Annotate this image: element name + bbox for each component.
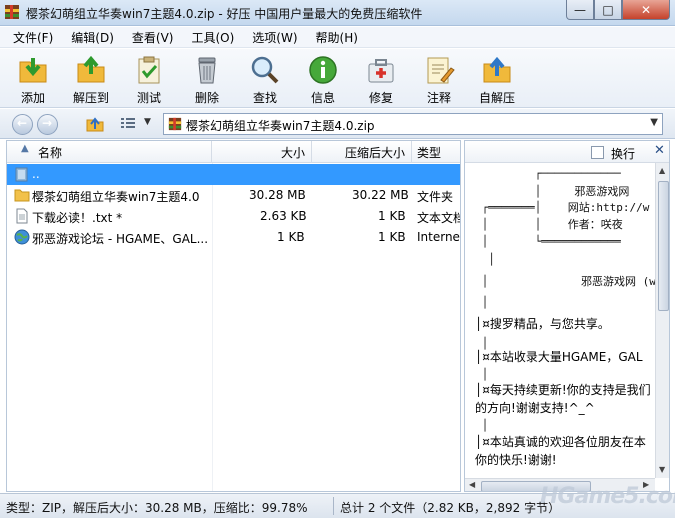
comment-line: │¤本站真诚的欢迎各位朋友在本 [475,435,646,449]
info-button[interactable]: 信息 [294,51,352,107]
comment-line: │ │ 作者：咲夜 [475,218,623,231]
scroll-left-icon[interactable]: ◀ [469,480,475,489]
comment-line: │¤每天持续更新!你的支持是我们 [475,383,651,397]
test-button[interactable]: 测试 [120,51,178,107]
address-dropdown-icon[interactable]: ▼ [650,117,658,128]
status-archive-info: 类型：ZIP，解压后大小：30.28 MB，压缩比：99.78% [6,501,308,515]
add-icon [19,58,47,83]
up-folder-icon [15,167,28,182]
file-list: ▲ 名称 大小 压缩后大小 类型 .. 樱茶幻萌组立华奏win7主题4.0 30… [6,140,461,492]
comment-line: │ 邪恶游戏网 (ww [475,275,655,288]
comment-header: 换行 ✕ [465,141,669,163]
find-icon [251,56,279,84]
word-wrap-label: 换行 [611,147,636,161]
status-total-info: 总计 2 个文件（2.82 KB，2,892 字节） [340,501,561,515]
comment-line: 的方向!谢谢支持!^_^ [475,401,595,415]
comment-line: │ └════════════ [475,235,621,248]
title-bar: 樱茶幻萌组立华奏win7主题4.0.zip - 好压 中国用户量最大的免费压缩软… [0,0,675,26]
word-wrap-checkbox[interactable] [591,146,604,159]
self-extract-button[interactable]: 自解压 [468,51,526,107]
comment-line: │¤本站收录大量HGAME，GAL [475,350,643,364]
repair-button[interactable]: 修复 [352,51,410,107]
comment-line: │¤搜罗精品，与您共享。 [475,317,610,331]
find-button[interactable]: 查找 [236,51,294,107]
sfx-icon [483,56,511,83]
menu-bar: 文件(F) 编辑(D) 查看(V) 工具(O) 选项(W) 帮助(H) [0,27,675,48]
back-arrow-icon: ← [17,116,28,130]
extract-icon [77,55,105,83]
menu-file[interactable]: 文件(F) [4,29,62,46]
address-bar: ← → ▼ 樱茶幻萌组立华奏win7主题4.0.zip ▼ [0,109,675,139]
comment-line: │ [475,296,489,309]
file-row[interactable]: 邪恶游戏论坛 - HGAME、GAL... 1 KB 1 KB Internet [7,227,460,248]
column-size[interactable]: 大小 [281,144,305,161]
test-icon [138,56,160,84]
comment-line: │ [475,253,495,266]
file-row[interactable]: 下载必读！.txt * 2.63 KB 1 KB 文本文档 [7,206,460,227]
comment-line: ┌═══════│ 网站:http://w [475,201,650,214]
menu-tools[interactable]: 工具(O) [182,29,243,46]
forward-button[interactable]: → [37,114,58,135]
haozip-app-icon [5,5,19,19]
address-path: 樱茶幻萌组立华奏win7主题4.0.zip [186,119,375,133]
comment-vertical-scrollbar[interactable]: ▲ ▼ [655,163,669,478]
column-header: ▲ 名称 大小 压缩后大小 类型 [7,141,460,163]
repair-icon [368,59,394,83]
close-button[interactable]: ✕ [622,0,670,20]
window-title: 樱茶幻萌组立华奏win7主题4.0.zip - 好压 中国用户量最大的免费压缩软… [26,7,423,21]
back-button[interactable]: ← [12,114,33,135]
view-mode-button[interactable] [120,118,136,130]
text-file-icon [16,208,28,224]
web-link-icon [14,229,30,245]
comment-button[interactable]: 注释 [410,51,468,107]
address-path-box[interactable]: 樱茶幻萌组立华奏win7主题4.0.zip ▼ [163,113,663,135]
site-watermark: HGame5.com [540,484,675,509]
maximize-button[interactable]: □ [594,0,622,20]
scroll-down-icon[interactable]: ▼ [659,465,665,474]
info-icon [309,56,337,84]
add-button[interactable]: 添加 [4,51,62,107]
comment-icon [427,57,455,84]
delete-button[interactable]: 删除 [178,51,236,107]
menu-help[interactable]: 帮助(H) [307,29,367,46]
column-name[interactable]: 名称 [38,144,62,161]
forward-arrow-icon: → [42,116,53,130]
view-mode-dropdown-icon[interactable]: ▼ [144,117,151,127]
comment-text: ┌──────────── │ 邪恶游戏网 ┌═══════│ 网站:http:… [465,163,655,491]
menu-options[interactable]: 选项(W) [243,29,306,46]
file-row[interactable]: .. [7,164,460,185]
close-comment-icon[interactable]: ✕ [654,143,665,158]
sort-arrow-icon: ▲ [21,143,29,154]
menu-view[interactable]: 查看(V) [123,29,183,46]
toolbar: 添加 解压到 测试 删除 查找 信息 修复 注释 自解压 [0,49,675,108]
column-packed-size[interactable]: 压缩后大小 [345,144,405,161]
zip-archive-icon [168,117,182,131]
menu-edit[interactable]: 编辑(D) [62,29,123,46]
scroll-up-icon[interactable]: ▲ [659,166,665,175]
column-type[interactable]: 类型 [417,144,441,161]
minimize-button[interactable]: — [566,0,594,20]
extract-to-button[interactable]: 解压到 [62,51,120,107]
file-row[interactable]: 樱茶幻萌组立华奏win7主题4.0 30.28 MB 30.22 MB 文件夹 [7,185,460,206]
vertical-scroll-thumb[interactable] [658,181,669,311]
comment-line: ┌──────────── [475,167,621,180]
delete-icon [198,57,216,84]
folder-icon [14,189,30,202]
comment-panel: 换行 ✕ ┌──────────── │ 邪恶游戏网 ┌═══════│ 网站:… [464,140,670,492]
up-folder-button[interactable] [86,116,104,132]
comment-line: 你的快乐!谢谢! [475,453,557,467]
